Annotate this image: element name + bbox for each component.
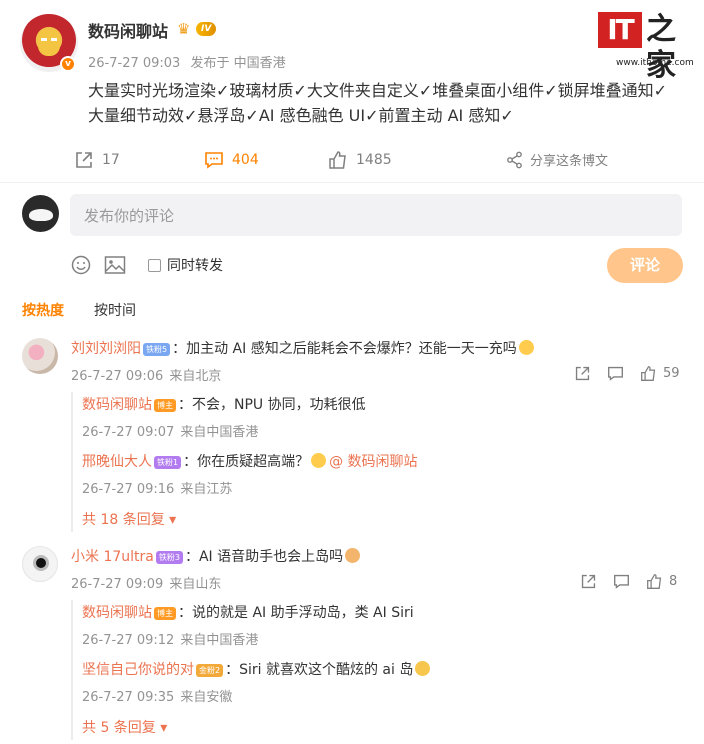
commenter-name[interactable]: 小米 17ultra [71,549,154,565]
verified-icon: v [60,56,76,72]
comment-icon [205,152,223,169]
post-header: v 数码闲聊站 ♛ IV 26-7-27 09:03 发布于 中国香港 [20,14,684,74]
level-badge: IV [196,22,217,36]
mention-link[interactable]: @ 数码闲聊站 [329,454,417,470]
forward-icon [76,152,92,168]
thumbs-up-icon [329,151,346,169]
comment-meta: 26-7-27 09:06 来自北京 [71,369,222,384]
reply-item: 坚信自己你说的对 金粉2 ：Siri 就喜欢这个酷炫的 ai 岛 [82,661,431,679]
post-action-bar: 17 404 1485 分享这条博文 [0,146,704,176]
post-time[interactable]: 26-7-27 09:03 [88,56,180,71]
author-badge: 博主 [154,399,176,412]
comment-1: 刘刘刘浏阳 铁粉5 ：加主动 AI 感知之后能耗会不会爆炸？还能一天一充吗 [71,340,534,358]
share-icon [507,151,522,168]
post-text: 大量实时光场渲染✓玻璃材质✓大文件夹自定义✓堆叠桌面小组件✓锁屏堆叠通知✓ 大量… [88,81,668,125]
crown-icon: ♛ [177,20,191,38]
my-avatar[interactable] [22,195,59,232]
comment-text: ：AI 语音助手也会上岛吗 [184,549,344,565]
comment-input[interactable]: 发布你的评论 [70,194,682,236]
comment-button[interactable]: 404 [204,150,259,170]
dog-emoji-icon [345,548,361,563]
comment-actions: 59 [574,365,680,382]
reply-list: 数码闲聊站 博主 ：不会，NPU 协同，功耗很低 26-7-27 09:07 来自中国… [71,392,684,532]
reply-item: 邢晚仙大人 铁粉1 ：你在质疑超高端？ @ 数码闲聊站 [82,453,418,470]
commenter-avatar[interactable] [22,546,58,582]
more-replies-link[interactable]: 共 18 条回复 ▾ [82,509,176,529]
comment-2: 小米 17ultra 铁粉3 ：AI 语音助手也会上岛吗 [71,548,361,566]
like-button[interactable]: 1485 [328,150,392,170]
emoji-icon[interactable] [70,254,92,276]
comment-like-button[interactable]: 59 [640,365,680,382]
commenter-name[interactable]: 刘刘刘浏阳 [71,341,141,357]
reply-item: 数码闲聊站 博主 ：说的就是 AI 助手浮动岛，类 AI Siri [82,605,414,621]
author-name[interactable]: 数码闲聊站 [88,18,168,42]
commenter-avatar[interactable] [22,338,58,374]
comment-icon[interactable] [607,365,624,382]
more-replies-link[interactable]: 共 5 条回复 ▾ [82,717,167,737]
thumbs-up-icon [647,574,662,589]
share-button[interactable]: 分享这条博文 [506,150,608,169]
comment-like-button[interactable]: 8 [646,573,677,590]
image-icon[interactable] [104,254,126,276]
divider [0,182,704,183]
tab-sort-hot[interactable]: 按热度 [22,300,64,320]
reply-item: 数码闲聊站 博主 ：不会，NPU 协同，功耗很低 [82,397,366,413]
sort-tabs: 按热度 按时间 [22,300,136,320]
composer-tools: 同时转发 [70,252,223,278]
crying-emoji-icon [518,340,534,355]
laughing-emoji-icon [311,453,327,468]
reply-list: 数码闲聊站 博主 ：说的就是 AI 助手浮动岛，类 AI Siri 26-7-27 … [71,600,684,740]
submit-comment-button[interactable]: 评论 [607,248,683,283]
post-meta: 26-7-27 09:03 发布于 中国香港 [88,52,292,71]
forward-icon[interactable] [574,365,591,382]
comment-actions: 8 [580,573,677,590]
author-avatar[interactable]: v [20,14,78,72]
ithome-logo: IT 之家 [598,12,694,83]
fan-badge: 铁粉3 [155,551,183,564]
watermark-url: www.ithome.com [616,58,694,68]
comment-text: ：加主动 AI 感知之后能耗会不会爆炸？还能一天一充吗 [172,341,517,357]
forward-checkbox-label[interactable]: 同时转发 [167,255,223,275]
forward-icon[interactable] [580,573,597,590]
forward-button[interactable]: 17 [74,150,120,170]
cat-emoji-icon [415,661,431,676]
post-location: 发布于 中国香港 [190,56,286,71]
fan-badge: 铁粉1 [154,456,182,469]
fan-badge: 铁粉5 [143,343,171,356]
comment-icon[interactable] [613,573,630,590]
ironman-mask [38,30,60,56]
thumbs-up-icon [641,366,656,381]
comment-meta: 26-7-27 09:09 来自山东 [71,577,222,592]
author-badge: 博主 [154,607,176,620]
fan-badge: 金粉2 [196,664,224,677]
forward-checkbox[interactable] [148,258,161,272]
tab-sort-time[interactable]: 按时间 [94,300,136,320]
